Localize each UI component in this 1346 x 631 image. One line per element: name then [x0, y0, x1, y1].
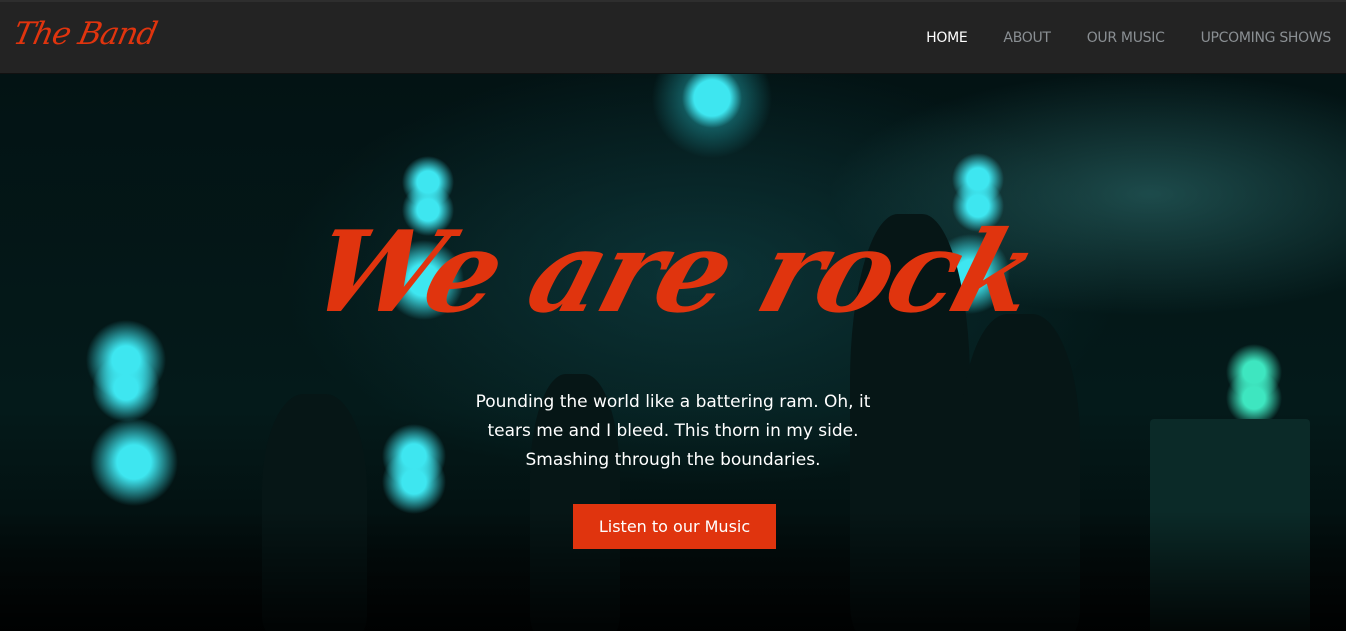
hero-subtitle: Pounding the world like a battering ram.…: [475, 392, 871, 470]
hero-title: We are rock: [296, 207, 1050, 338]
nav-item-home[interactable]: HOME: [926, 30, 968, 46]
listen-music-button[interactable]: Listen to our Music: [573, 504, 776, 549]
hero-section: We are rock Pounding the world like a ba…: [0, 74, 1346, 631]
band-logo[interactable]: The Band: [10, 16, 160, 52]
nav-item-upcoming-shows[interactable]: UPCOMING SHOWS: [1201, 30, 1332, 46]
nav-item-our-music[interactable]: OUR MUSIC: [1087, 30, 1165, 46]
nav-menu: HOME ABOUT OUR MUSIC UPCOMING SHOWS: [926, 30, 1331, 46]
top-navbar: The Band HOME ABOUT OUR MUSIC UPCOMING S…: [0, 0, 1346, 74]
nav-item-about[interactable]: ABOUT: [1003, 30, 1051, 46]
